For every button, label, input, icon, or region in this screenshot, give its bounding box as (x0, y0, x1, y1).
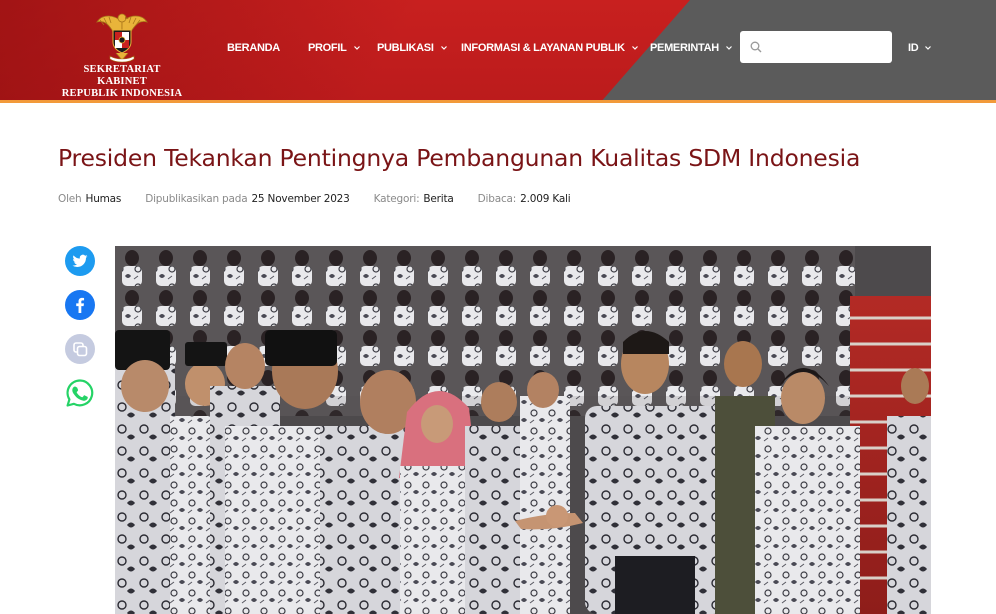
nav-item-publikasi[interactable]: PUBLIKASI (377, 40, 448, 56)
meta-category-label: Kategori: (373, 193, 420, 205)
article-meta: Oleh Humas Dipublikasikan pada 25 Novemb… (58, 192, 595, 206)
header-accent-line (0, 100, 996, 103)
search-input[interactable] (768, 40, 888, 54)
logo-line-2: REPUBLIK INDONESIA (61, 88, 183, 99)
meta-author: Oleh Humas (58, 193, 121, 205)
share-twitter-button[interactable] (65, 246, 95, 276)
site-logo[interactable]: SEKRETARIAT KABINET REPUBLIK INDONESIA (58, 8, 186, 99)
chevron-down-icon (925, 46, 932, 50)
site-header: SEKRETARIAT KABINET REPUBLIK INDONESIA B… (0, 0, 996, 103)
meta-published: Dipublikasikan pada 25 November 2023 (145, 193, 350, 205)
meta-category-value[interactable]: Berita (423, 193, 453, 205)
garuda-emblem-icon (96, 13, 148, 63)
article-featured-image (115, 246, 931, 614)
nav-item-beranda[interactable]: BERANDA (227, 40, 280, 56)
language-label: ID (908, 42, 919, 54)
whatsapp-icon (66, 379, 94, 407)
meta-published-date: 25 November 2023 (251, 193, 350, 205)
share-bar (65, 246, 95, 422)
nav-label: PUBLIKASI (377, 42, 434, 54)
featured-photo-illustration (115, 246, 931, 614)
logo-line-1: SEKRETARIAT KABINET (83, 64, 161, 87)
nav-label: PROFIL (308, 42, 347, 54)
meta-category: Kategori: Berita (374, 193, 454, 205)
meta-views-label: Dibaca: (477, 193, 517, 205)
share-facebook-button[interactable] (65, 290, 95, 320)
share-whatsapp-button[interactable] (65, 378, 95, 408)
meta-author-label: Oleh (58, 193, 82, 205)
nav-label: BERANDA (227, 42, 280, 54)
copy-link-button[interactable] (65, 334, 95, 364)
search-icon[interactable] (750, 41, 762, 53)
meta-views-value: 2.009 Kali (520, 193, 571, 205)
chevron-down-icon (353, 46, 360, 50)
chevron-down-icon (631, 46, 638, 50)
nav-label: PEMERINTAH (650, 42, 719, 54)
chevron-down-icon (725, 46, 732, 50)
twitter-icon (65, 246, 95, 276)
meta-author-value: Humas (85, 193, 122, 205)
meta-views: Dibaca: 2.009 Kali (478, 193, 571, 205)
language-selector[interactable]: ID (908, 40, 932, 56)
chevron-down-icon (440, 46, 447, 50)
copy-link-icon (65, 334, 95, 364)
article-title: Presiden Tekankan Pentingnya Pembangunan… (58, 144, 861, 172)
facebook-icon (65, 290, 95, 320)
nav-item-pemerintah[interactable]: PEMERINTAH (650, 40, 733, 56)
meta-published-label: Dipublikasikan pada (145, 193, 248, 205)
nav-label: INFORMASI & LAYANAN PUBLIK (461, 42, 625, 54)
nav-item-profil[interactable]: PROFIL (308, 40, 361, 56)
search-box (740, 31, 892, 63)
nav-item-informasi-layanan-publik[interactable]: INFORMASI & LAYANAN PUBLIK (461, 40, 639, 56)
